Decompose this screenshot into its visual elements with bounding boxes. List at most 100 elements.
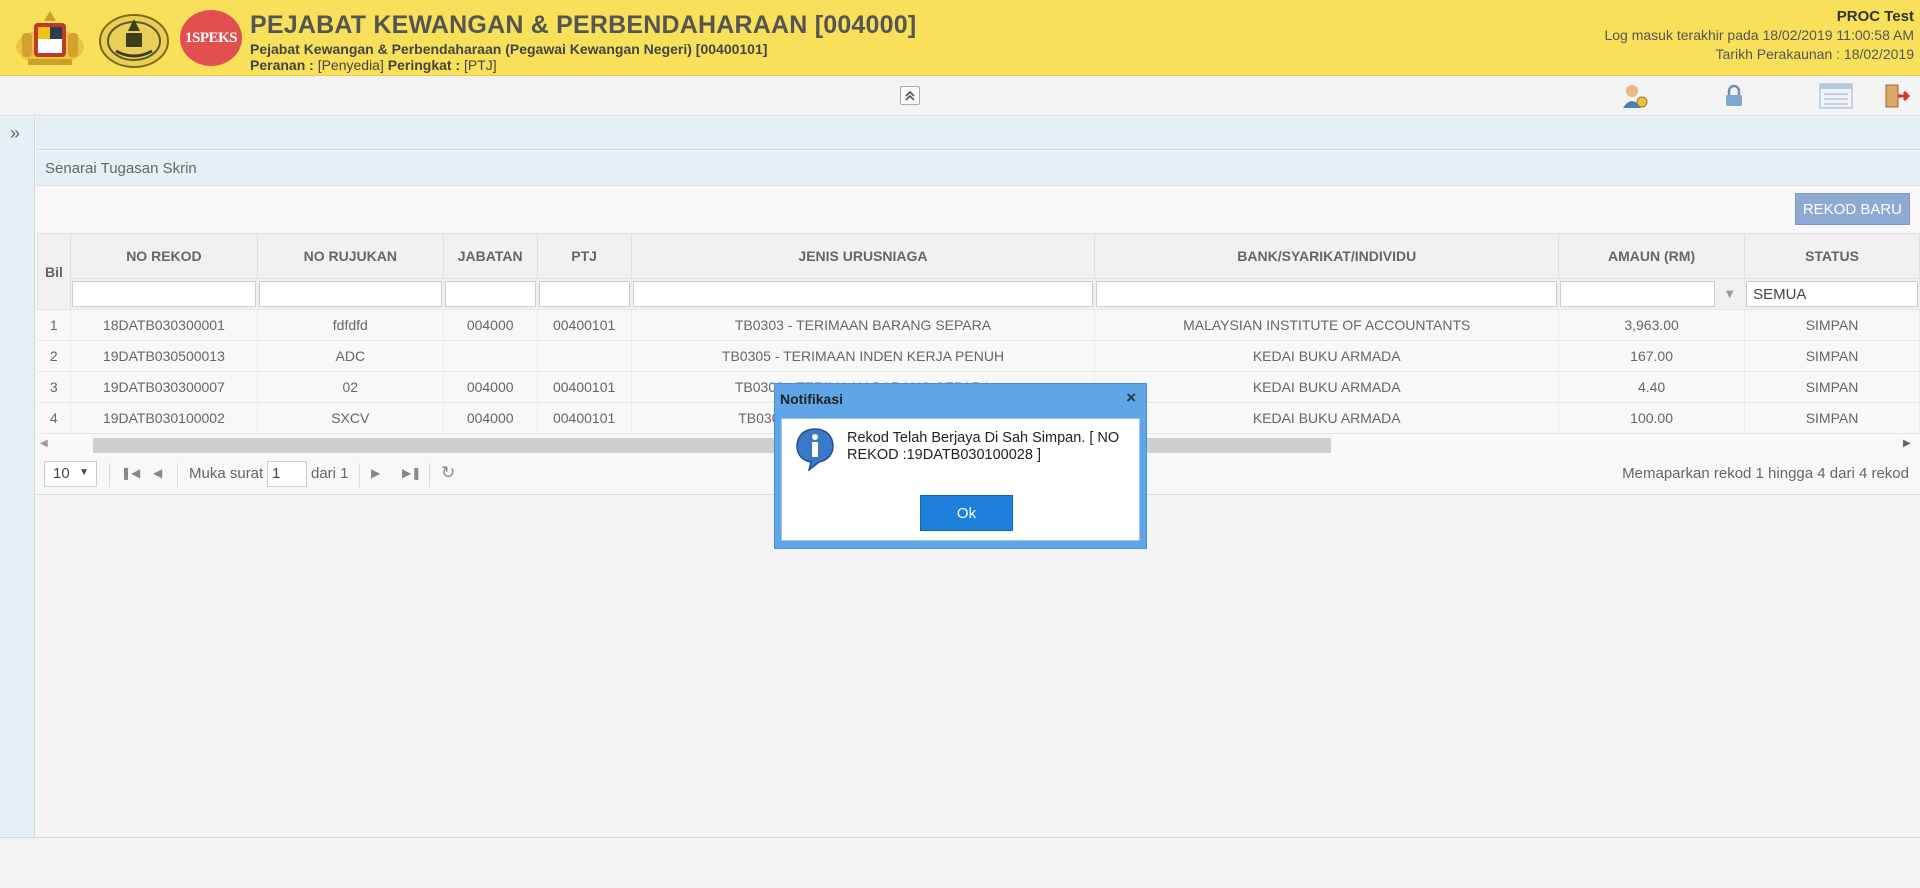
dialog-body: Rekod Telah Berjaya Di Sah Simpan. [ NO … bbox=[781, 418, 1140, 541]
level-label: Peringkat : bbox=[387, 57, 461, 73]
cell-jabatan: 004000 bbox=[443, 309, 538, 341]
col-header-no-rekod[interactable]: NO REKOD bbox=[69, 233, 258, 279]
cell-amaun: 4.40 bbox=[1558, 371, 1746, 403]
pager-divider bbox=[359, 463, 360, 487]
chevron-down-icon: ▼ bbox=[79, 467, 89, 478]
agency-subtitle: Pejabat Kewangan & Perbendaharaan (Pegaw… bbox=[250, 41, 768, 57]
expand-sidebar-button[interactable]: » bbox=[10, 123, 20, 144]
col-header-no-rujukan[interactable]: NO RUJUKAN bbox=[256, 233, 444, 279]
cell-jabatan bbox=[443, 340, 538, 372]
user-profile-icon bbox=[1623, 85, 1648, 108]
chevron-up-double-icon bbox=[905, 90, 915, 101]
sidebar-collapsed: » bbox=[0, 117, 35, 837]
col-header-status[interactable]: STATUS bbox=[1744, 233, 1920, 279]
cell-no-rujukan: 02 bbox=[257, 371, 444, 403]
info-icon bbox=[796, 428, 834, 471]
cell-bil: 3 bbox=[37, 371, 71, 403]
change-password-button[interactable] bbox=[1719, 82, 1749, 110]
cell-bank: KEDAI BUKU ARMADA bbox=[1094, 340, 1560, 372]
cell-no-rujukan: fdfdfd bbox=[257, 309, 444, 341]
cell-amaun: 167.00 bbox=[1558, 340, 1746, 372]
filter-status-select[interactable]: SEMUA bbox=[1746, 281, 1918, 307]
close-icon[interactable]: × bbox=[1126, 388, 1136, 408]
dialog-title: Notifikasi bbox=[780, 391, 844, 407]
cell-ptj: 00400101 bbox=[537, 402, 632, 434]
col-header-bank[interactable]: BANK/SYARIKAT/INDIVIDU bbox=[1094, 233, 1560, 279]
cell-no-rujukan: ADC bbox=[257, 340, 444, 372]
role-value: [Penyedia] bbox=[317, 57, 384, 73]
user-name: PROC Test bbox=[1836, 8, 1914, 25]
pager-divider bbox=[429, 463, 430, 487]
cell-jenis: TB0305 - TERIMAAN INDEN KERJA PENUH bbox=[631, 340, 1096, 372]
cell-status: SIMPAN bbox=[1744, 402, 1920, 434]
page-number-input[interactable]: 1 bbox=[267, 461, 307, 487]
logout-button[interactable] bbox=[1882, 82, 1912, 110]
toolbar bbox=[0, 76, 1920, 116]
col-header-bil[interactable]: Bil bbox=[37, 233, 71, 310]
cell-no-rekod: 19DATB030100002 bbox=[70, 402, 258, 434]
cell-bil: 4 bbox=[37, 402, 71, 434]
col-header-jabatan[interactable]: JABATAN bbox=[442, 233, 538, 279]
col-header-ptj[interactable]: PTJ bbox=[536, 233, 632, 279]
filter-jabatan-input[interactable] bbox=[444, 281, 536, 307]
cell-ptj bbox=[537, 340, 632, 372]
pager-divider bbox=[109, 463, 110, 487]
first-page-icon[interactable]: ❚◀ bbox=[121, 466, 140, 480]
chevron-right-double-icon: » bbox=[10, 123, 21, 143]
table-row[interactable]: 2 19DATB030500013 ADC TB0305 - TERIMAAN … bbox=[37, 340, 1920, 372]
logout-icon bbox=[1885, 84, 1911, 108]
filter-no-rujukan-input[interactable] bbox=[258, 281, 442, 307]
cell-bank: KEDAI BUKU ARMADA bbox=[1094, 371, 1560, 403]
col-header-amaun[interactable]: AMAUN (RM) bbox=[1558, 233, 1746, 279]
next-page-icon[interactable]: ▶ bbox=[371, 466, 380, 480]
filter-funnel-icon[interactable]: ▼ bbox=[1723, 286, 1736, 301]
record-count-info: Memaparkan rekod 1 hingga 4 dari 4 rekod bbox=[1622, 465, 1909, 482]
cell-no-rekod: 18DATB030300001 bbox=[70, 309, 258, 341]
cell-no-rekod: 19DATB030500013 bbox=[70, 340, 258, 372]
cell-amaun: 3,963.00 bbox=[1558, 309, 1746, 341]
cell-status: SIMPAN bbox=[1744, 309, 1920, 341]
cell-bil: 2 bbox=[37, 340, 71, 372]
table-row[interactable]: 1 18DATB030300001 fdfdfd 004000 00400101… bbox=[37, 309, 1920, 341]
filter-amaun-input[interactable] bbox=[1560, 281, 1716, 307]
pager-divider bbox=[177, 463, 178, 487]
cell-ptj: 00400101 bbox=[537, 309, 632, 341]
prev-page-icon[interactable]: ◀ bbox=[153, 466, 162, 480]
cell-ptj: 00400101 bbox=[537, 371, 632, 403]
user-profile-button[interactable] bbox=[1620, 82, 1650, 110]
session-info: PROC Test Log masuk terakhir pada 18/02/… bbox=[1604, 7, 1914, 64]
notification-dialog: Notifikasi × Rekod Telah Berjaya Di Sah … bbox=[774, 383, 1147, 549]
app-header: 1SPEKS PEJABAT KEWANGAN & PERBENDAHARAAN… bbox=[0, 0, 1920, 76]
role-label: Peranan : bbox=[250, 57, 314, 73]
page-size-value: 10 bbox=[53, 465, 70, 482]
cell-jabatan: 004000 bbox=[443, 371, 538, 403]
menu-list-button[interactable] bbox=[1818, 82, 1854, 110]
cell-no-rekod: 19DATB030300007 bbox=[70, 371, 258, 403]
filter-jenis-input[interactable] bbox=[632, 281, 1094, 307]
last-page-icon[interactable]: ▶❚ bbox=[402, 466, 421, 480]
page-title: PEJABAT KEWANGAN & PERBENDAHARAAN [00400… bbox=[250, 11, 917, 39]
filter-ptj-input[interactable] bbox=[538, 281, 630, 307]
list-view-icon bbox=[1819, 83, 1853, 109]
coat-of-arms-logo bbox=[12, 7, 88, 69]
filter-bank-input[interactable] bbox=[1096, 281, 1558, 307]
account-date: Tarikh Perakaunan : 18/02/2019 bbox=[1715, 46, 1914, 62]
page-size-select[interactable]: 10 ▼ bbox=[44, 461, 97, 487]
lock-icon bbox=[1726, 84, 1742, 106]
cell-bil: 1 bbox=[37, 309, 71, 341]
filter-no-rekod-input[interactable] bbox=[71, 281, 256, 307]
refresh-icon[interactable]: ↻ bbox=[441, 463, 455, 483]
cell-jabatan: 004000 bbox=[443, 402, 538, 434]
collapse-header-button[interactable] bbox=[900, 86, 920, 105]
new-record-button[interactable]: REKOD BARU bbox=[1794, 193, 1910, 225]
last-login: Log masuk terakhir pada 18/02/2019 11:00… bbox=[1604, 27, 1914, 43]
ok-button[interactable]: Ok bbox=[920, 495, 1013, 531]
cell-amaun: 100.00 bbox=[1558, 402, 1746, 434]
filter-status-value: SEMUA bbox=[1753, 286, 1807, 303]
panel-header-bar bbox=[36, 117, 1920, 150]
cell-bank: KEDAI BUKU ARMADA bbox=[1094, 402, 1560, 434]
scroll-left-icon[interactable]: ◀ bbox=[40, 438, 48, 449]
scroll-right-icon[interactable]: ▶ bbox=[1903, 438, 1911, 449]
col-header-jenis-urusniaga[interactable]: JENIS URUSNIAGA bbox=[630, 233, 1096, 279]
1speks-logo: 1SPEKS bbox=[180, 10, 242, 66]
